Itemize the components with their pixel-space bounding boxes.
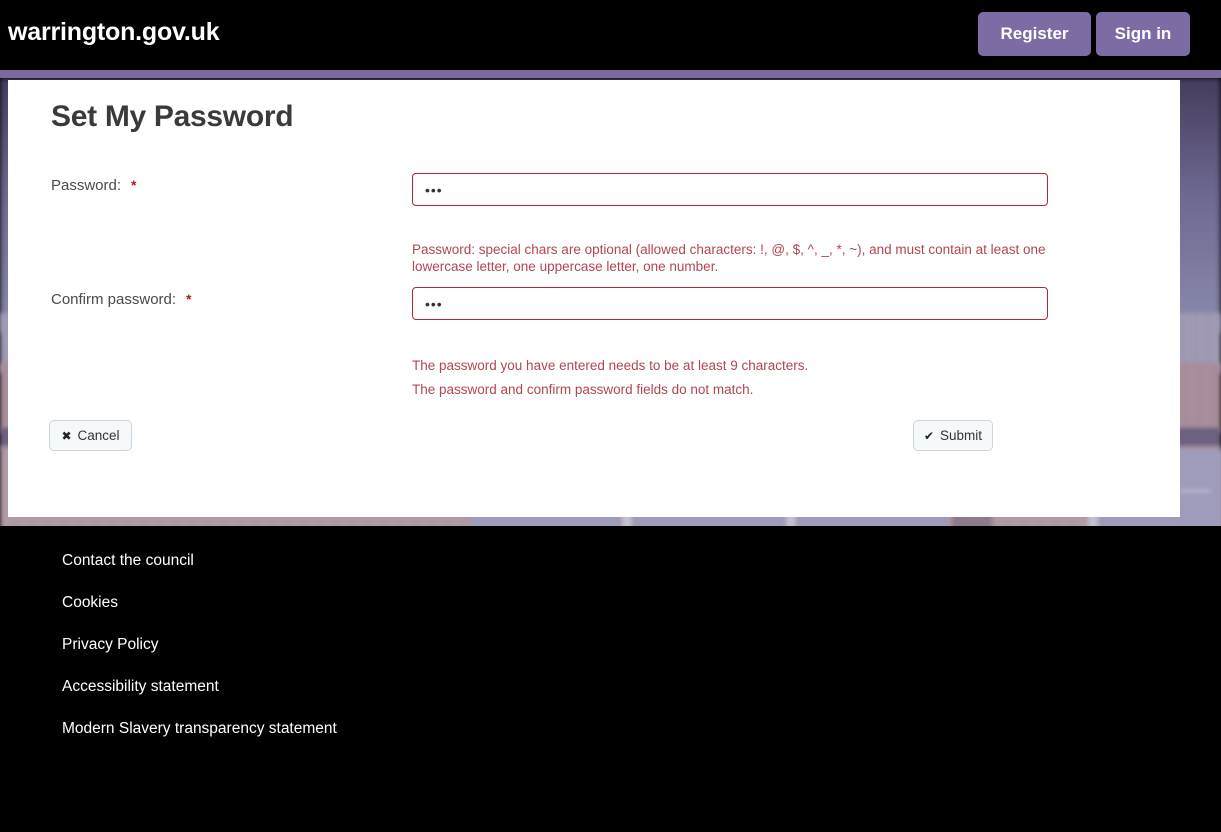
close-icon: ✖ <box>61 428 72 443</box>
error-password-length: The password you have entered needs to b… <box>412 358 809 373</box>
footer-link-modern-slavery-statement[interactable]: Modern Slavery transparency statement <box>62 720 337 738</box>
password-input[interactable] <box>412 173 1048 206</box>
header-divider-rule <box>0 70 1221 78</box>
register-button[interactable]: Register <box>978 12 1091 56</box>
submit-button-label: Submit <box>940 428 983 443</box>
submit-button[interactable]: ✔ Submit <box>913 420 993 451</box>
password-hint-message: Password: special chars are optional (al… <box>412 242 1046 275</box>
cancel-button[interactable]: ✖ Cancel <box>49 420 132 451</box>
confirm-password-label: Confirm password: * <box>51 291 192 308</box>
error-password-mismatch: The password and confirm password fields… <box>412 382 754 397</box>
set-password-card: Set My Password Password: * Password: spe… <box>8 80 1180 517</box>
page-root: warrington.gov.uk Register Sign in Set M… <box>0 0 1221 832</box>
site-footer: Contact the council Cookies Privacy Poli… <box>0 526 1221 832</box>
footer-link-accessibility-statement[interactable]: Accessibility statement <box>62 678 219 696</box>
cancel-button-label: Cancel <box>77 428 120 443</box>
footer-link-contact-the-council[interactable]: Contact the council <box>62 552 194 570</box>
confirm-password-label-text: Confirm password: <box>51 291 177 308</box>
required-marker: * <box>131 177 137 193</box>
password-label-text: Password: <box>51 177 122 194</box>
page-title: Set My Password <box>51 100 294 133</box>
sign-in-button[interactable]: Sign in <box>1096 12 1190 56</box>
check-icon: ✔ <box>923 428 935 443</box>
confirm-password-input[interactable] <box>412 287 1048 320</box>
site-header: warrington.gov.uk Register Sign in <box>0 0 1221 70</box>
site-brand: warrington.gov.uk <box>8 18 220 46</box>
password-label: Password: * <box>51 177 136 194</box>
required-marker: * <box>186 291 192 307</box>
footer-link-privacy-policy[interactable]: Privacy Policy <box>62 636 158 654</box>
footer-link-cookies[interactable]: Cookies <box>62 594 118 612</box>
